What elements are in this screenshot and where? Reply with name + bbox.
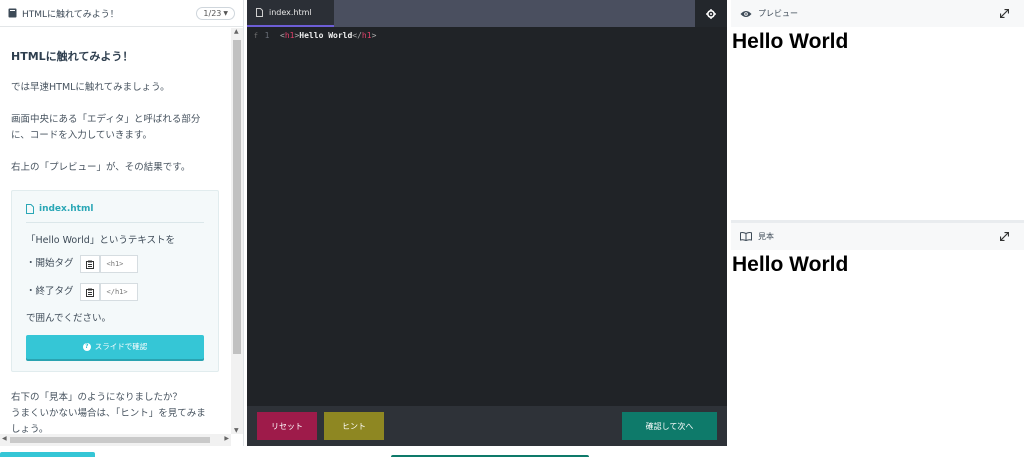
file-icon [26,204,34,214]
task-file-name: index.html [39,204,94,214]
file-icon [256,8,263,17]
copy-close-tag-button[interactable] [79,283,100,301]
line-number: 1 [264,31,270,40]
book-icon [8,8,17,18]
code-bracket: > [371,31,377,40]
code-input-area[interactable]: f 1 <h1>Hello World</h1> [247,27,727,406]
lesson-paragraph: では早速HTMLに触れてみましょう。 [11,82,170,93]
lesson-paragraph: 画面中央にある「エディタ」と呼ばれる部分 に、コードを入力していきます。 [11,112,219,144]
preview-label: プレビュー [758,9,798,18]
fold-marker: f [253,31,258,40]
open-tag-code: <h1> [99,255,138,273]
lesson-vertical-scrollbar[interactable]: ▲ ▼ [231,28,243,434]
scroll-down-icon[interactable]: ▼ [234,427,239,434]
open-book-icon [740,232,752,241]
expand-icon[interactable] [1000,9,1009,18]
scroll-right-icon[interactable]: ▶ [224,435,229,442]
preview-header: プレビュー [731,0,1024,27]
reset-button[interactable]: リセット [257,412,317,440]
tab-index-html[interactable]: index.html [247,0,334,27]
sample-heading: Hello World [732,253,849,276]
expand-icon[interactable] [1000,232,1009,241]
tab-label: index.html [269,8,312,17]
hint-button[interactable]: ヒント [324,412,384,440]
scrollbar-thumb[interactable] [233,40,241,354]
editor-tab-bar: index.html [247,0,727,27]
app-root: HTMLに触れてみよう！ 1/23 ▼ HTMLに触れてみよう！ では早速HTM… [0,0,1024,457]
code-tag: h1 [361,31,372,40]
tab-bar-spacer [334,0,695,27]
gear-icon [706,8,716,19]
settings-button[interactable] [695,0,727,27]
task-card: index.html 「Hello World」というテキストを ・開始タグ <… [11,190,219,372]
page-footer [0,446,1024,457]
lesson-panel: HTMLに触れてみよう！ 1/23 ▼ HTMLに触れてみよう！ では早速HTM… [0,0,244,446]
clipboard-icon [85,260,94,269]
lesson-text: うまくいかない場合は、「ヒント」を見てみま [11,408,206,419]
output-panel: プレビュー Hello World 見本 Hello World [731,0,1024,446]
lesson-text: しょう。 [11,424,49,434]
open-tag-label: ・開始タグ [26,258,74,269]
lesson-heading: HTMLに触れてみよう！ [11,50,134,63]
code-line[interactable]: f 1 <h1>Hello World</h1> [247,29,377,42]
lesson-header: HTMLに触れてみよう！ 1/23 ▼ [0,0,243,27]
lesson-text: 右下の「見本」のようになりましたか？ [11,392,183,403]
pager-count: 1/23 [203,8,222,18]
editor-action-bar: リセット ヒント 確認して次へ [247,406,727,446]
sample-label: 見本 [758,232,774,241]
sample-header: 見本 [731,223,1024,250]
check-and-next-button[interactable]: 確認して次へ [622,412,717,440]
slide-confirm-button[interactable]: ? スライドで確認 [26,335,204,359]
open-tag-row: ・開始タグ <h1> [26,255,204,273]
lesson-text: 画面中央にある「エディタ」と呼ばれる部分 [11,114,201,125]
task-wrap-text: で囲んでください。 [26,313,112,324]
slide-pager[interactable]: 1/23 ▼ [196,6,235,20]
copy-open-tag-button[interactable] [79,255,100,273]
task-card-header: index.html [26,201,204,223]
task-instruction: 「Hello World」というテキストを [26,235,176,246]
sample-frame: Hello World [731,250,1024,443]
lesson-header-title: HTMLに触れてみよう！ [22,9,119,20]
footer-button-left[interactable] [0,452,95,457]
question-icon: ? [82,343,91,351]
scroll-left-icon[interactable]: ◀ [2,435,7,442]
code-bracket: </ [352,31,362,40]
lesson-content: HTMLに触れてみよう！ では早速HTMLに触れてみましょう。 画面中央にある「… [0,28,230,434]
code-content: Hello World [299,31,353,40]
scrollbar-thumb[interactable] [10,437,210,443]
code-text[interactable]: <h1>Hello World</h1> [276,31,376,40]
preview-heading: Hello World [732,30,849,53]
lesson-horizontal-scrollbar[interactable]: ◀ ▶ [0,434,231,446]
chevron-down-icon: ▼ [223,9,228,17]
eye-icon [740,10,752,17]
lesson-paragraph: 右下の「見本」のようになりましたか？ うまくいかない場合は、「ヒント」を見てみま… [11,390,219,434]
lesson-text: に、コードを入力していきます。 [11,130,152,141]
slide-confirm-label: スライドで確認 [94,342,148,351]
lesson-paragraph: 右上の「プレビュー」が、その結果です。 [11,162,191,173]
preview-frame: Hello World [731,27,1024,220]
close-tag-label: ・終了タグ [26,286,74,297]
close-tag-row: ・終了タグ </h1> [26,283,204,301]
scroll-up-icon[interactable]: ▲ [234,28,239,35]
close-tag-code: </h1> [99,283,138,301]
code-editor: index.html f 1 <h1>Hello World</h1> リセット… [247,0,727,446]
clipboard-icon [85,288,94,297]
